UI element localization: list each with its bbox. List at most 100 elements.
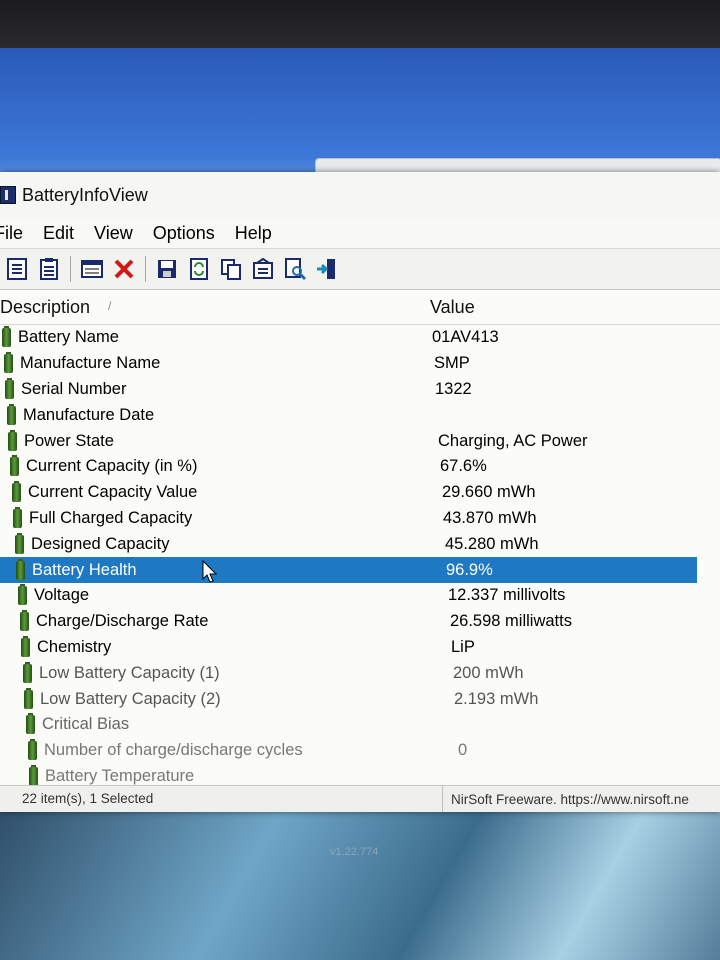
list-item-description: Number of charge/discharge cycles bbox=[0, 739, 458, 761]
list-item-label: Battery Health bbox=[32, 560, 137, 579]
list-item-value: 0 bbox=[458, 741, 468, 760]
options-icon[interactable] bbox=[250, 256, 276, 282]
refresh-icon[interactable] bbox=[186, 256, 212, 282]
list-item-description: Battery Health bbox=[0, 558, 446, 580]
list-item-description: Manufacture Date bbox=[0, 403, 437, 425]
list-item-description: Voltage bbox=[0, 584, 448, 606]
battery-icon bbox=[15, 532, 24, 554]
list-item-value: 01AV413 bbox=[432, 328, 499, 347]
list-item[interactable]: Voltage 12.337 millivolts bbox=[0, 583, 720, 609]
battery-icon bbox=[7, 403, 16, 425]
battery-icon bbox=[21, 635, 30, 657]
battery-icon bbox=[2, 326, 11, 348]
battery-icon bbox=[4, 352, 13, 374]
list-item-label: Voltage bbox=[34, 586, 90, 605]
mouse-cursor-icon bbox=[202, 560, 218, 583]
properties-icon[interactable] bbox=[79, 256, 105, 282]
list-item-label: Designed Capacity bbox=[31, 534, 170, 553]
list-item-description: Power State bbox=[0, 429, 438, 451]
list-item-description: Serial Number bbox=[0, 377, 435, 399]
list-item-label: Manufacture Date bbox=[23, 405, 155, 424]
battery-app-icon bbox=[0, 186, 16, 204]
find-icon[interactable] bbox=[282, 256, 308, 282]
list-item-label: Current Capacity (in %) bbox=[26, 457, 198, 476]
list-item[interactable]: Low Battery Capacity (2) 2.193 mWh bbox=[0, 686, 720, 712]
list-item[interactable]: Manufacture Date bbox=[0, 402, 720, 428]
list-item-value: 12.337 millivolts bbox=[448, 586, 566, 605]
desktop-wallpaper bbox=[0, 810, 720, 960]
battery-icon bbox=[18, 584, 27, 606]
list-item-description: Battery Name bbox=[0, 326, 432, 348]
battery-icon bbox=[23, 661, 32, 683]
list-item-value: 1322 bbox=[435, 379, 472, 398]
list-item[interactable]: Current Capacity (in %) 67.6% bbox=[0, 454, 720, 480]
list-item-value: 96.9% bbox=[446, 560, 493, 579]
list-item[interactable]: Number of charge/discharge cycles 0 bbox=[0, 738, 720, 764]
list-item-value: 200 mWh bbox=[453, 663, 524, 682]
report-icon[interactable] bbox=[36, 256, 62, 282]
list-item[interactable]: Low Battery Capacity (1) 200 mWh bbox=[0, 660, 720, 686]
list-item[interactable]: Current Capacity Value 29.660 mWh bbox=[0, 480, 720, 506]
toolbar bbox=[0, 248, 720, 290]
list-item-value: 2.193 mWh bbox=[454, 689, 539, 708]
list-item[interactable]: Serial Number 1322 bbox=[0, 377, 720, 403]
list-item-description: Current Capacity Value bbox=[0, 481, 442, 503]
list-item[interactable]: Battery Name 01AV413 bbox=[0, 325, 720, 351]
battery-icon bbox=[16, 558, 25, 580]
status-credit-link[interactable]: NirSoft Freeware. https://www.nirsoft.ne bbox=[443, 792, 689, 807]
battery-icon bbox=[10, 455, 19, 477]
list-item-label: Number of charge/discharge cycles bbox=[44, 741, 303, 760]
list-item[interactable]: Full Charged Capacity 43.870 mWh bbox=[0, 506, 720, 532]
batteryinfoview-window: BatteryInfoView File Edit View Options H… bbox=[0, 172, 720, 812]
column-header: Description Value bbox=[0, 290, 720, 325]
save-icon[interactable] bbox=[154, 256, 180, 282]
title-bar[interactable]: BatteryInfoView bbox=[0, 172, 720, 218]
menu-view[interactable]: View bbox=[94, 223, 133, 244]
list-item[interactable]: Charge/Discharge Rate 26.598 milliwatts bbox=[0, 609, 720, 635]
status-bar: 22 item(s), 1 Selected NirSoft Freeware.… bbox=[0, 785, 720, 812]
list-item[interactable]: Power State Charging, AC Power bbox=[0, 428, 720, 454]
list-item[interactable]: Battery Health 96.9% bbox=[0, 557, 697, 583]
list-item-label: Manufacture Name bbox=[20, 354, 161, 373]
exit-icon[interactable] bbox=[314, 256, 340, 282]
list-item-description: Charge/Discharge Rate bbox=[0, 610, 450, 632]
column-header-description[interactable]: Description bbox=[0, 297, 430, 318]
html-report-icon[interactable] bbox=[4, 256, 30, 282]
list-item-value: Charging, AC Power bbox=[438, 431, 588, 450]
list-item-label: Serial Number bbox=[21, 379, 127, 398]
menu-file[interactable]: File bbox=[0, 223, 23, 244]
list-item-description: Full Charged Capacity bbox=[0, 506, 443, 528]
delete-icon[interactable] bbox=[111, 256, 137, 282]
column-header-value[interactable]: Value bbox=[430, 297, 475, 318]
menu-options[interactable]: Options bbox=[153, 223, 215, 244]
desktop-version-text: v1.22.774 bbox=[330, 846, 379, 858]
menu-bar: File Edit View Options Help bbox=[0, 218, 720, 248]
list-item-label: Full Charged Capacity bbox=[29, 508, 193, 527]
list-item-label: Chemistry bbox=[37, 637, 112, 656]
list-item-value: 29.660 mWh bbox=[442, 483, 536, 502]
list-item[interactable]: Designed Capacity 45.280 mWh bbox=[0, 531, 720, 557]
list-item[interactable]: Critical Bias bbox=[0, 712, 720, 738]
list-item[interactable]: Manufacture Name SMP bbox=[0, 351, 720, 377]
battery-icon bbox=[24, 687, 33, 709]
list-item-value: 43.870 mWh bbox=[443, 508, 537, 527]
menu-edit[interactable]: Edit bbox=[43, 223, 74, 244]
list-item-description: Manufacture Name bbox=[0, 352, 434, 374]
copy-icon[interactable] bbox=[218, 256, 244, 282]
battery-icon bbox=[5, 377, 14, 399]
list-item-label: Charge/Discharge Rate bbox=[36, 612, 209, 631]
battery-icon bbox=[29, 764, 38, 786]
battery-icon bbox=[8, 429, 17, 451]
list-item-label: Current Capacity Value bbox=[28, 483, 198, 502]
list-item-description: Chemistry bbox=[0, 635, 451, 657]
list-item-value: 26.598 milliwatts bbox=[450, 612, 572, 631]
list-item-label: Power State bbox=[24, 431, 114, 450]
battery-icon bbox=[28, 739, 37, 761]
menu-help[interactable]: Help bbox=[235, 223, 272, 244]
list-item-value: SMP bbox=[434, 354, 470, 373]
battery-info-list: Battery Name 01AV413 Manufacture Name SMP Se… bbox=[0, 325, 720, 789]
toolbar-separator bbox=[70, 256, 71, 282]
list-item[interactable]: Chemistry LiP bbox=[0, 635, 720, 661]
screen-bezel bbox=[0, 0, 720, 48]
list-item-description: Low Battery Capacity (2) bbox=[0, 687, 454, 709]
